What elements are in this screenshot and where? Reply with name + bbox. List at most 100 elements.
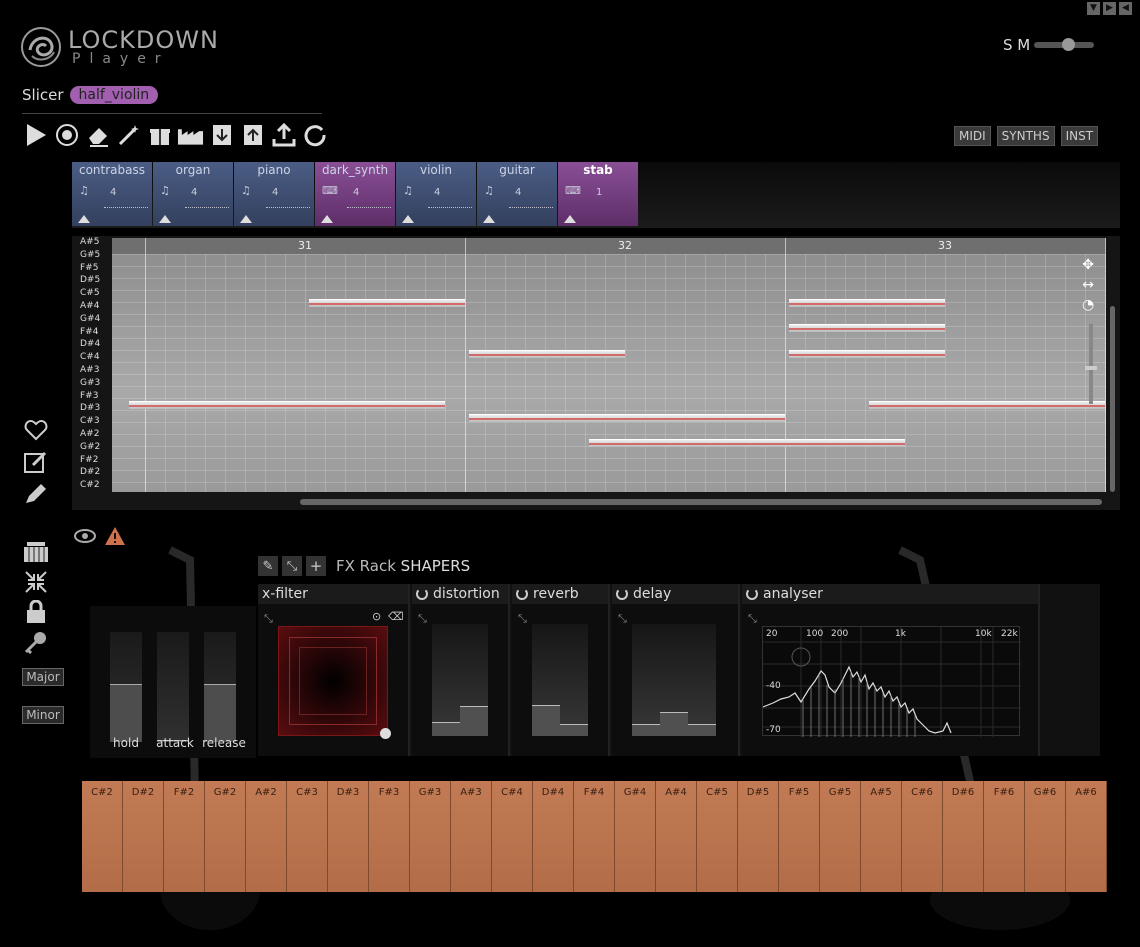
delay-slider-1[interactable] (632, 624, 660, 736)
horizontal-zoom-icon[interactable]: ↔ (1082, 278, 1094, 293)
piano-key[interactable]: G#2 (205, 781, 246, 892)
piano-key[interactable]: A#5 (861, 781, 902, 892)
distortion-slider-1[interactable] (432, 624, 460, 736)
sequenced-note[interactable] (129, 401, 445, 409)
piano-key[interactable]: F#6 (984, 781, 1025, 892)
major-scale-button[interactable]: Major (22, 668, 64, 686)
factory-button[interactable] (177, 121, 204, 149)
release-slider[interactable] (204, 632, 236, 742)
piano-key[interactable]: C#4 (492, 781, 533, 892)
erase-button[interactable] (84, 121, 111, 149)
sequenced-note[interactable] (469, 350, 625, 358)
vertical-scrollbar[interactable] (1110, 306, 1115, 492)
export-button[interactable] (239, 121, 266, 149)
piano-key[interactable]: D#4 (533, 781, 574, 892)
piano-key[interactable]: C#3 (287, 781, 328, 892)
power-icon[interactable] (616, 588, 628, 600)
record-icon[interactable]: ⊙ (372, 610, 381, 623)
piano-key[interactable]: G#5 (820, 781, 861, 892)
sequenced-note[interactable] (789, 324, 945, 332)
instrument-slot-violin[interactable]: violin ♫ 4 (396, 162, 476, 226)
close-button[interactable]: ◀ (1119, 2, 1132, 15)
minimize-button[interactable]: ▼ (1087, 2, 1100, 15)
synths-button[interactable]: SYNTHS (996, 126, 1055, 146)
expand-triangle-icon[interactable] (159, 215, 171, 223)
piano-key[interactable]: F#4 (574, 781, 615, 892)
piano-key[interactable]: A#2 (246, 781, 287, 892)
sequenced-note[interactable] (869, 401, 1105, 409)
piano-key[interactable]: C#2 (82, 781, 123, 892)
fx-edit-button[interactable]: ✎ (258, 556, 278, 576)
size-slider[interactable] (1034, 38, 1095, 51)
vertical-zoom-knob[interactable] (1085, 366, 1097, 370)
piano-key[interactable]: A#6 (1066, 781, 1107, 892)
attack-slider[interactable] (157, 632, 189, 742)
expand-triangle-icon[interactable] (240, 215, 252, 223)
reverb-slider-1[interactable] (532, 624, 560, 736)
piano-key[interactable]: F#3 (369, 781, 410, 892)
sequenced-note[interactable] (789, 350, 945, 358)
piano-key[interactable]: D#6 (943, 781, 984, 892)
expand-triangle-icon[interactable] (78, 215, 90, 223)
key-button[interactable] (22, 630, 50, 654)
bar-ruler[interactable]: 31 32 33 (112, 238, 1106, 254)
fx-rack-preset[interactable]: SHAPERS (401, 557, 471, 575)
piano-key[interactable]: G#6 (1025, 781, 1066, 892)
vertical-zoom-slider[interactable] (1089, 324, 1093, 404)
piano-key[interactable]: F#2 (164, 781, 205, 892)
piano-key[interactable]: C#6 (902, 781, 943, 892)
instrument-slot-piano[interactable]: piano ♫ 4 (234, 162, 314, 226)
horizontal-scrollbar[interactable] (300, 499, 1102, 505)
piano-key[interactable]: G#3 (410, 781, 451, 892)
slicer-preset-pill[interactable]: half_violin (69, 86, 159, 104)
piano-key[interactable]: A#3 (451, 781, 492, 892)
pencil-tool-button[interactable] (22, 482, 50, 506)
eye-icon[interactable] (74, 529, 96, 543)
delay-slider-2[interactable] (660, 624, 688, 736)
piano-key[interactable]: D#5 (738, 781, 779, 892)
midi-button[interactable]: MIDI (954, 126, 991, 146)
warning-icon[interactable] (104, 526, 126, 546)
favorite-button[interactable] (22, 418, 50, 442)
collapse-button[interactable] (22, 570, 50, 594)
instrument-slot-organ[interactable]: organ ♫ 4 (153, 162, 233, 226)
instrument-slot-guitar[interactable]: guitar ♫ 4 (477, 162, 557, 226)
reverb-slider-2[interactable] (560, 624, 588, 736)
sequenced-note[interactable] (309, 299, 465, 307)
size-slider-knob[interactable] (1062, 38, 1076, 51)
fx-collapse-button[interactable]: ⤡ (282, 556, 302, 576)
power-icon[interactable] (516, 588, 528, 600)
shrink-icon[interactable]: ⤡ (518, 612, 527, 626)
distortion-slider-2[interactable] (460, 624, 488, 736)
piano-key[interactable]: D#2 (123, 781, 164, 892)
pad-handle[interactable] (380, 728, 391, 739)
shrink-icon[interactable]: ⤡ (418, 612, 427, 626)
reset-button[interactable] (301, 121, 328, 149)
play-button[interactable] (22, 121, 49, 149)
move-icon[interactable]: ✥ (1082, 258, 1094, 273)
piano-roll-grid[interactable]: 31 32 33 (112, 238, 1106, 492)
instrument-slot-contrabass[interactable]: contrabass ♫ 4 (72, 162, 152, 226)
eraser-icon[interactable]: ⌫ (388, 610, 404, 623)
sequenced-note[interactable] (469, 414, 785, 422)
instrument-slot-stab[interactable]: stab ⌨ 1 (558, 162, 638, 226)
inst-button[interactable]: INST (1060, 126, 1099, 146)
upload-button[interactable] (270, 121, 297, 149)
import-button[interactable] (208, 121, 235, 149)
shrink-icon[interactable]: ⤡ (748, 612, 757, 626)
minor-scale-button[interactable]: Minor (22, 706, 64, 724)
expand-triangle-icon[interactable] (483, 215, 495, 223)
piano-key[interactable]: C#5 (697, 781, 738, 892)
power-icon[interactable] (416, 588, 428, 600)
piano-key[interactable]: A#4 (656, 781, 697, 892)
instrument-slot-dark-synth[interactable]: dark_synth ⌨ 4 (315, 162, 395, 226)
sequenced-note[interactable] (789, 299, 945, 307)
power-icon[interactable] (746, 588, 758, 600)
piano-key[interactable]: G#4 (615, 781, 656, 892)
magic-wand-button[interactable] (115, 121, 142, 149)
expand-triangle-icon[interactable] (564, 215, 576, 223)
expand-triangle-icon[interactable] (402, 215, 414, 223)
expand-triangle-icon[interactable] (321, 215, 333, 223)
xy-filter-pad[interactable] (278, 626, 391, 739)
lock-button[interactable] (22, 600, 50, 624)
